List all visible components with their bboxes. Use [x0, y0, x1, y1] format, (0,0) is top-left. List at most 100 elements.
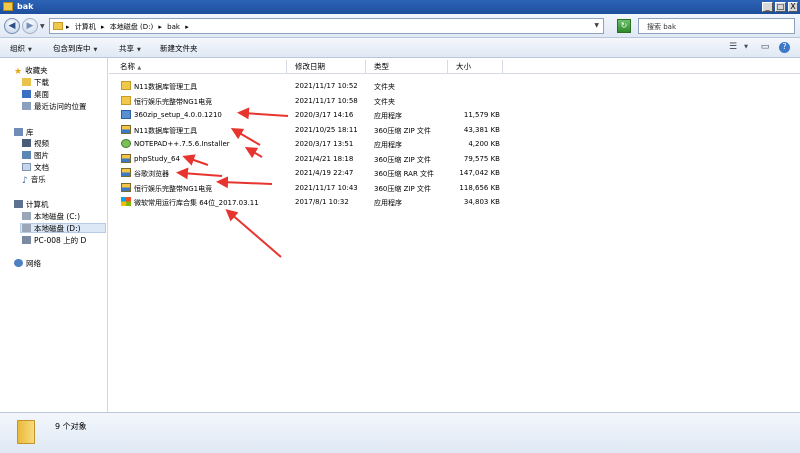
nav-drive-d-label: 本地磁盘 (D:) [34, 224, 81, 233]
navigation-pane: ★ 收藏夹 下载 桌面 最近访问的位置 库 视频 图片 文档 ♪ 音乐 计算机 本地… [0, 58, 108, 412]
breadcrumb-separator[interactable]: ▸ [185, 23, 189, 31]
forward-button[interactable]: ▶ [22, 18, 38, 34]
column-name[interactable]: 名称 ▲ [112, 60, 287, 73]
file-date: 2021/11/17 10:43 [295, 183, 358, 192]
nav-computer-label: 计算机 [26, 200, 49, 209]
help-icon[interactable]: ? [779, 42, 790, 53]
nav-recent[interactable]: 最近访问的位置 [22, 102, 87, 112]
chevron-down-icon[interactable]: ▼ [740, 42, 752, 53]
nav-pictures[interactable]: 图片 [22, 151, 49, 161]
folder-icon [121, 81, 131, 90]
chevron-down-icon: ▼ [93, 47, 98, 53]
pictures-icon [22, 151, 31, 159]
file-row[interactable]: 恒行娱乐完整带NG1电竞 2021/11/17 10:58 文件夹 [109, 95, 509, 108]
file-row[interactable]: 360zip_setup_4.0.0.1210 2020/3/17 14:16 应用… [109, 109, 509, 122]
column-type[interactable]: 类型 [366, 60, 448, 73]
refresh-button[interactable]: ↻ [617, 19, 631, 33]
close-button[interactable]: X [788, 2, 798, 12]
breadcrumb-separator[interactable]: ▸ [66, 23, 70, 31]
chevron-down-icon[interactable]: ▼ [594, 22, 599, 29]
status-bar: 9 个对象 [0, 412, 800, 453]
organize-button[interactable]: 组织 ▼ [10, 43, 32, 54]
documents-icon [22, 163, 31, 171]
preview-pane-icon[interactable]: ▭ [759, 42, 771, 53]
nav-drive-c[interactable]: 本地磁盘 (C:) [22, 212, 80, 222]
breadcrumb-bak[interactable]: bak [167, 23, 180, 31]
breadcrumb-separator[interactable]: ▸ [101, 23, 105, 31]
file-type: 360压缩 RAR 文件 [374, 170, 435, 178]
file-size: 118,656 KB [459, 183, 500, 192]
search-input[interactable]: 搜索 bak [638, 18, 795, 34]
column-size[interactable]: 大小 [448, 60, 503, 73]
file-type: 应用程序 [374, 199, 402, 207]
breadcrumb-computer[interactable]: 计算机 [75, 23, 96, 31]
recent-pages-dropdown-icon[interactable]: ▼ [40, 23, 45, 30]
file-date: 2021/11/17 10:58 [295, 96, 358, 105]
nav-music[interactable]: ♪ 音乐 [22, 175, 46, 186]
window-title: bak [17, 2, 34, 11]
file-row[interactable]: N11数据库管理工具 2021/10/25 18:11 360压缩 ZIP 文件 43… [109, 124, 509, 137]
computer-icon [14, 200, 23, 208]
file-size: 34,803 KB [463, 198, 500, 206]
file-type: 360压缩 ZIP 文件 [374, 155, 431, 164]
network-drive-icon [22, 236, 31, 244]
nav-downloads-label: 下载 [34, 78, 49, 87]
file-row[interactable]: 谷歌浏览器 2021/4/19 22:47 360压缩 RAR 文件 147,042 … [109, 167, 509, 180]
file-size: 4,200 KB [468, 140, 500, 148]
title-bar: bak _ □ X [0, 0, 800, 14]
nav-network-drive[interactable]: PC-008 上的 D [22, 236, 86, 246]
file-row[interactable]: phpStudy_64 2021/4/21 18:18 360压缩 ZIP 文件 79… [109, 153, 509, 166]
drive-icon [22, 224, 31, 232]
file-date: 2020/3/17 13:51 [295, 140, 354, 148]
nav-pictures-label: 图片 [34, 151, 49, 160]
search-placeholder: 搜索 bak [647, 23, 677, 31]
library-icon [14, 128, 23, 136]
share-button[interactable]: 共享 ▼ [119, 43, 141, 54]
file-date: 2021/10/25 18:11 [295, 125, 358, 134]
breadcrumb-drive-d[interactable]: 本地磁盘 (D:) [110, 23, 153, 31]
nav-desktop[interactable]: 桌面 [22, 90, 49, 100]
file-type: 360压缩 ZIP 文件 [374, 126, 431, 135]
nav-documents[interactable]: 文档 [22, 163, 49, 173]
drive-icon [22, 212, 31, 220]
file-row[interactable]: 微软常用运行库合集 64位_2017.03.11 2017/8/1 10:32 应用… [109, 196, 509, 209]
include-in-library-button[interactable]: 包含到库中 ▼ [53, 43, 97, 54]
file-row[interactable]: NOTEPAD++.7.5.6.Installer 2020/3/17 13:51… [109, 138, 509, 151]
nav-computer[interactable]: 计算机 [14, 200, 49, 210]
file-size: 43,381 KB [463, 125, 500, 134]
maximize-button[interactable]: □ [775, 2, 786, 12]
column-header-row: 名称 ▲ 修改日期 类型 大小 [109, 58, 800, 74]
file-name: N11数据库管理工具 [134, 126, 198, 135]
downloads-folder-icon [22, 78, 31, 86]
nav-libraries[interactable]: 库 [14, 128, 34, 138]
file-type: 文件夹 [374, 83, 395, 91]
file-size: 11,579 KB [463, 111, 500, 119]
nav-videos[interactable]: 视频 [22, 139, 49, 149]
chevron-down-icon: ▼ [137, 47, 141, 53]
nav-drive-d[interactable]: 本地磁盘 (D:) [20, 223, 106, 233]
npp-icon [121, 139, 131, 148]
star-icon: ★ [14, 67, 23, 77]
share-label: 共享 [119, 44, 134, 53]
nav-network-label: 网络 [26, 259, 41, 268]
view-options-icon[interactable]: ☰ [727, 42, 739, 53]
file-name: 谷歌浏览器 [134, 170, 169, 178]
nav-downloads[interactable]: 下载 [22, 78, 49, 88]
zip-icon [121, 153, 131, 163]
file-row[interactable]: N11数据库管理工具 2021/11/17 10:52 文件夹 [109, 80, 509, 93]
minimize-button[interactable]: _ [762, 2, 773, 12]
back-button[interactable]: ◀ [4, 18, 20, 34]
breadcrumb-separator[interactable]: ▸ [158, 23, 162, 31]
zip-icon [121, 168, 131, 177]
zip-icon [121, 124, 131, 134]
address-path[interactable]: ▸ 计算机 ▸ 本地磁盘 (D:) ▸ bak ▸ ▼ [49, 18, 604, 34]
sort-up-icon: ▲ [137, 65, 142, 71]
file-row[interactable]: 恒行娱乐完整带NG1电竞 2021/11/17 10:43 360压缩 ZIP 文件… [109, 182, 509, 195]
new-folder-button[interactable]: 新建文件夹 [160, 43, 198, 54]
nav-favorites-label: 收藏夹 [25, 66, 48, 75]
win-icon [121, 197, 131, 206]
column-date[interactable]: 修改日期 [287, 60, 366, 73]
organize-label: 组织 [10, 44, 25, 53]
nav-network[interactable]: 网络 [14, 259, 41, 269]
nav-favorites[interactable]: ★ 收藏夹 [14, 66, 48, 77]
